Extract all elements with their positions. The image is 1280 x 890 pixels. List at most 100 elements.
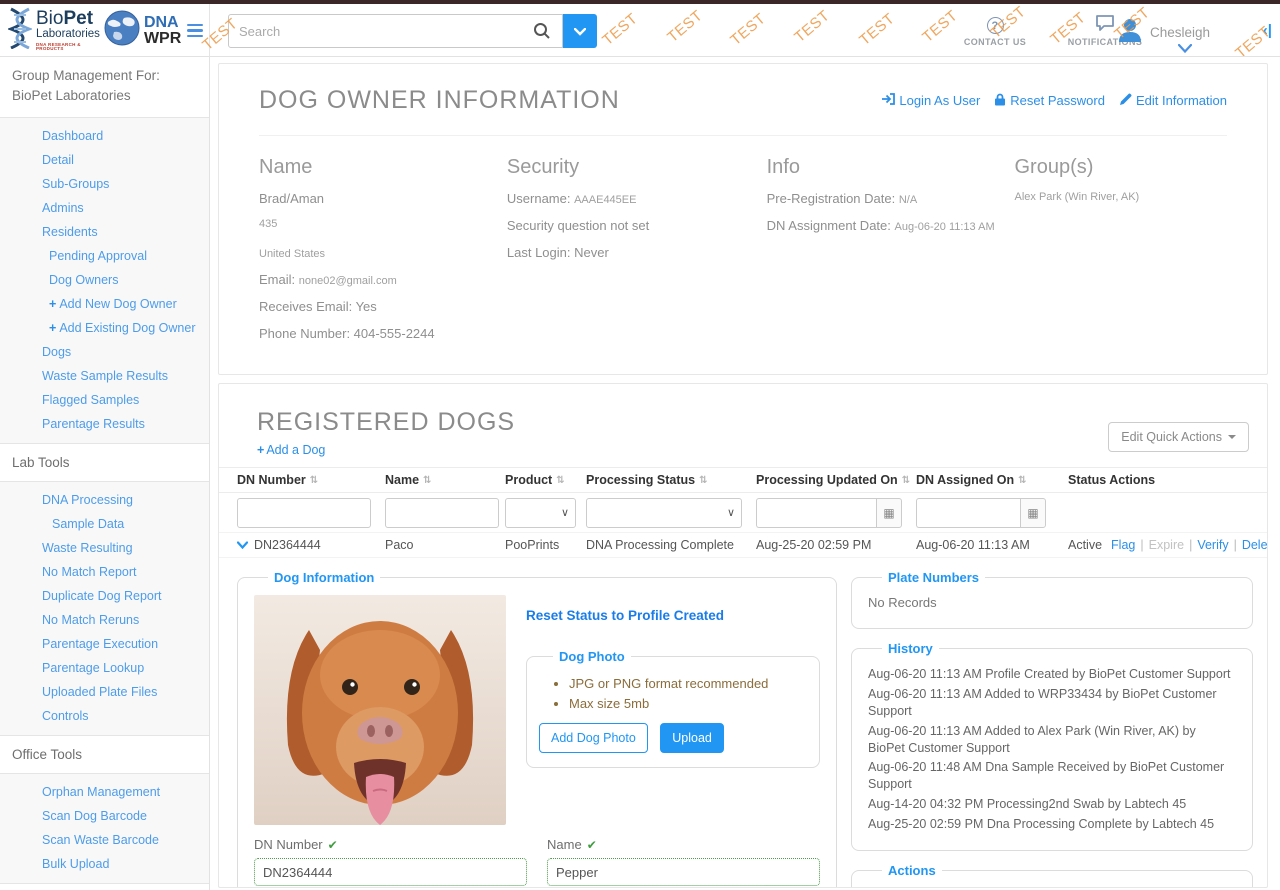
sidebar-item-scan-dog-barcode[interactable]: Scan Dog Barcode (0, 804, 209, 828)
plus-icon: + (49, 320, 57, 335)
sidebar-item-bulk-upload[interactable]: Bulk Upload (0, 852, 209, 876)
sidebar-item-dogs[interactable]: Dogs (0, 340, 209, 364)
calendar-icon[interactable]: ▦ (1020, 497, 1046, 528)
sidebar-item-dashboard[interactable]: Dashboard (0, 124, 209, 148)
group-management-label: Group Management For: BioPet Laboratorie… (0, 57, 209, 118)
chevron-down-icon (573, 24, 587, 39)
menu-icon[interactable] (187, 23, 203, 38)
sidebar-item-parentage-execution[interactable]: Parentage Execution (0, 632, 209, 656)
sidebar-item-parentage-results[interactable]: Parentage Results (0, 412, 209, 436)
table-row[interactable]: DN2364444 Paco PooPrints DNA Processing … (219, 533, 1267, 558)
sidebar-item-orphan-management[interactable]: Orphan Management (0, 780, 209, 804)
filter-dn-assigned-input[interactable] (916, 497, 1020, 528)
dog-name-input[interactable] (547, 858, 820, 886)
filter-dn-number-input[interactable] (237, 497, 371, 528)
sidebar-main-nav: Dashboard Detail Sub-Groups Admins Resid… (0, 117, 209, 444)
filter-product-select[interactable]: ∨ (505, 497, 576, 528)
chevron-down-icon: ∨ (726, 507, 735, 519)
row-product: PooPrints (505, 538, 560, 552)
dog-owner-information-card: DOG OWNER INFORMATION Login As User Rese… (218, 63, 1268, 375)
owner-groups-column: Group(s) Alex Park (Win River, AK) (1015, 156, 1228, 353)
plate-numbers-panel: Plate Numbers No Records (851, 570, 1253, 629)
col-processing-status[interactable]: Processing Status ⇅ (586, 473, 756, 487)
sort-icon[interactable]: ⇅ (423, 475, 431, 486)
user-chevron-down-icon[interactable] (1177, 40, 1193, 56)
search-input[interactable] (228, 14, 563, 48)
reset-password-button[interactable]: Reset Password (994, 93, 1105, 109)
contact-us-label: CONTACT US (963, 37, 1027, 47)
dog-information-panel: Dog Information Reset Status to Profile … (237, 570, 837, 887)
row-dn-number: DN2364444 (254, 538, 321, 552)
logo[interactable]: BioPet Laboratories DNA RESEARCH & PRODU… (0, 4, 210, 56)
contact-us[interactable]: ? CONTACT US (955, 12, 1035, 47)
owner-dn-assignment-date: DN Assignment Date: Aug-06-20 11:13 AM (766, 218, 995, 233)
sidebar-item-uploaded-plate-files[interactable]: Uploaded Plate Files (0, 680, 209, 704)
sort-icon[interactable]: ⇅ (1018, 475, 1026, 486)
sidebar-item-waste-resulting[interactable]: Waste Resulting (0, 536, 209, 560)
collapse-panel-icon[interactable]: ‹| (1263, 22, 1272, 39)
sidebar-item-add-existing-dog-owner[interactable]: + Add Existing Dog Owner (0, 316, 209, 340)
registered-dogs-card: REGISTERED DOGS + Add a Dog Edit Quick Ac… (218, 383, 1268, 888)
edit-quick-actions-button[interactable]: Edit Quick Actions (1108, 422, 1249, 452)
owner-address: 435 (259, 218, 278, 230)
sidebar-item-pending-approval[interactable]: Pending Approval (0, 244, 209, 268)
col-name[interactable]: Name ⇅ (385, 473, 505, 487)
test-watermark: TEST (727, 10, 770, 49)
sort-icon[interactable]: ⇅ (902, 475, 910, 486)
sidebar-item-no-match-reruns[interactable]: No Match Reruns (0, 608, 209, 632)
sidebar-item-residents[interactable]: Residents (0, 220, 209, 244)
col-dn-number[interactable]: DN Number ⇅ (237, 473, 385, 487)
login-icon (881, 93, 896, 108)
delete-link[interactable]: Delete (1242, 538, 1267, 552)
dogs-table: DN Number ⇅ Name ⇅ Product ⇅ Processing Sta… (219, 467, 1267, 558)
add-a-dog-button[interactable]: + Add a Dog (257, 443, 325, 457)
add-dog-photo-button[interactable]: Add Dog Photo (539, 723, 648, 753)
sort-icon[interactable]: ⇅ (310, 475, 318, 486)
check-icon: ✔ (327, 837, 338, 852)
owner-name-column: Name Brad/Aman 435 United States Email: … (259, 156, 507, 353)
dn-number-input[interactable] (254, 858, 527, 886)
col-dn-assigned-on[interactable]: DN Assigned On ⇅ (916, 473, 1068, 487)
sidebar-item-parentage-lookup[interactable]: Parentage Lookup (0, 656, 209, 680)
filter-processing-status-select[interactable]: ∨ (586, 497, 742, 528)
history-entry: Aug-06-20 11:13 AM Added to WRP33434 by … (868, 686, 1217, 718)
history-entry: Aug-06-20 11:13 AM Added to Alex Park (W… (868, 723, 1196, 755)
sidebar-item-sub-groups[interactable]: Sub-Groups (0, 172, 209, 196)
brand-text: BioPet Laboratories DNA RESEARCH & PRODU… (36, 8, 100, 52)
sort-icon[interactable]: ⇅ (699, 475, 707, 486)
test-watermark: TEST (664, 7, 707, 46)
reset-status-link[interactable]: Reset Status to Profile Created (526, 608, 724, 623)
flag-link[interactable]: Flag (1111, 538, 1135, 552)
user-menu[interactable]: Chesleigh (1116, 16, 1210, 49)
upload-button[interactable]: Upload (660, 723, 724, 753)
sidebar-item-dna-processing[interactable]: DNA Processing (0, 488, 209, 512)
filter-name-input[interactable] (385, 497, 499, 528)
col-product[interactable]: Product ⇅ (505, 473, 586, 487)
sidebar-item-scan-waste-barcode[interactable]: Scan Waste Barcode (0, 828, 209, 852)
test-watermark: TEST (791, 7, 834, 46)
edit-information-button[interactable]: Edit Information (1119, 93, 1227, 109)
sidebar-item-waste-sample-results[interactable]: Waste Sample Results (0, 364, 209, 388)
filter-processing-updated-input[interactable] (756, 497, 876, 528)
sidebar-item-sample-data[interactable]: Sample Data (0, 512, 209, 536)
row-expand-chevron-icon[interactable] (237, 541, 248, 549)
sidebar-item-admins[interactable]: Admins (0, 196, 209, 220)
col-status-actions: Status Actions (1068, 473, 1156, 487)
col-processing-updated-on[interactable]: Processing Updated On ⇅ (756, 473, 916, 487)
search-options-button[interactable] (563, 14, 597, 48)
chevron-down-icon: ∨ (560, 507, 569, 519)
calendar-icon[interactable]: ▦ (876, 497, 902, 528)
sort-icon[interactable]: ⇅ (556, 475, 564, 486)
sidebar-item-add-new-dog-owner[interactable]: + Add New Dog Owner (0, 292, 209, 316)
sidebar-item-controls[interactable]: Controls (0, 704, 209, 728)
expire-link[interactable]: Expire (1149, 538, 1184, 552)
row-detail-panel: Dog Information Reset Status to Profile … (219, 558, 1267, 887)
sidebar-item-dog-owners[interactable]: Dog Owners (0, 268, 209, 292)
verify-link[interactable]: Verify (1197, 538, 1228, 552)
sidebar-item-duplicate-dog-report[interactable]: Duplicate Dog Report (0, 584, 209, 608)
login-as-user-button[interactable]: Login As User (881, 93, 980, 109)
test-watermark: TEST (599, 10, 642, 49)
sidebar-item-no-match-report[interactable]: No Match Report (0, 560, 209, 584)
sidebar-item-detail[interactable]: Detail (0, 148, 209, 172)
sidebar-item-flagged-samples[interactable]: Flagged Samples (0, 388, 209, 412)
